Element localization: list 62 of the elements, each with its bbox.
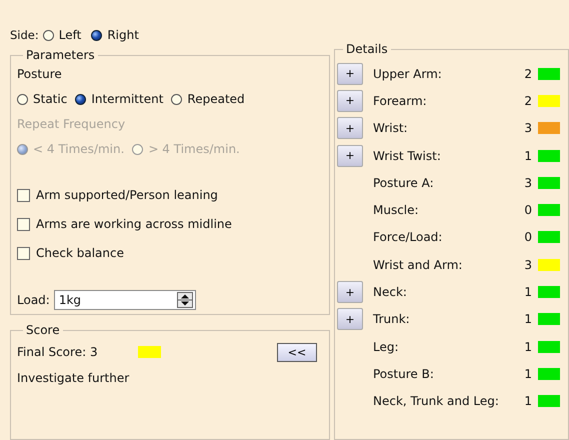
checkbox-label: Arms are working across midline [36, 217, 232, 231]
checkbox[interactable] [17, 188, 30, 202]
spin-arrows-icon[interactable] [176, 292, 193, 308]
detail-label: Forearm: [373, 94, 428, 108]
radio-label: Left [58, 28, 82, 42]
detail-label: Wrist Twist: [373, 148, 442, 163]
detail-label: Trunk: [373, 312, 411, 326]
detail-label: Posture B: [373, 366, 435, 381]
load-spin-field[interactable]: 1kg [54, 290, 196, 310]
checkbox[interactable] [17, 218, 30, 230]
checkbox[interactable] [17, 246, 30, 260]
load-label: Load: [17, 293, 50, 307]
panel-title: Parameters [25, 48, 96, 62]
detail-label: Force/Load: [373, 230, 444, 244]
detail-label: Neck, Trunk and Leg: [373, 394, 500, 408]
radio-label: Right [107, 28, 139, 42]
detail-value: 1 [524, 312, 532, 326]
score-message: Investigate further [17, 371, 130, 385]
repeat-frequency-label: Repeat Frequency [17, 116, 126, 133]
radio-button[interactable] [75, 94, 86, 104]
expand-button[interactable]: + [337, 308, 363, 330]
side-label: Side: [10, 28, 39, 42]
detail-value: 0 [524, 203, 532, 218]
radio-button[interactable] [42, 30, 54, 40]
detail-value: 3 [524, 121, 532, 136]
posture-label: Posture [17, 66, 63, 83]
detail-value: 1 [524, 394, 532, 408]
radio-label: < 4 Times/min. [33, 142, 124, 156]
checkbox-label: Arm supported/Person leaning [36, 188, 218, 202]
radio-label: Intermittent [91, 92, 164, 106]
expand-button[interactable]: + [337, 90, 363, 112]
detail-label: Upper Arm: [373, 66, 443, 81]
expand-button[interactable]: + [337, 117, 363, 140]
detail-value: 2 [524, 66, 532, 81]
detail-value: 1 [524, 340, 532, 354]
detail-label: Leg: [373, 340, 400, 354]
detail-label: Wrist: [373, 121, 409, 136]
detail-value: 3 [524, 176, 532, 190]
expand-button[interactable]: + [337, 144, 363, 167]
panel-title: Details [345, 42, 389, 56]
detail-value: 3 [524, 258, 532, 272]
detail-value: 0 [524, 230, 532, 244]
radio-button[interactable] [91, 30, 102, 40]
detail-label: Neck: [373, 285, 408, 300]
checkbox-label: Check balance [36, 246, 124, 260]
radio-label: Static [33, 92, 68, 106]
radio-button[interactable] [171, 94, 182, 104]
detail-value: 1 [524, 285, 532, 300]
detail-label: Wrist and Arm: [373, 258, 464, 272]
panel-title: Score [25, 323, 61, 337]
detail-value: 1 [524, 148, 532, 163]
final-score: Final Score: 3 [17, 345, 98, 359]
detail-label: Muscle: [373, 203, 420, 218]
detail-value: 2 [524, 94, 532, 108]
radio-button[interactable] [17, 94, 28, 104]
radio-label: > 4 Times/min. [148, 142, 240, 156]
detail-label: Posture A: [373, 176, 435, 190]
collapse-button[interactable]: << [277, 342, 317, 362]
expand-button[interactable]: + [337, 281, 363, 304]
radio-label: Repeated [187, 92, 245, 106]
detail-value: 1 [524, 366, 532, 381]
expand-button[interactable]: + [337, 62, 363, 85]
